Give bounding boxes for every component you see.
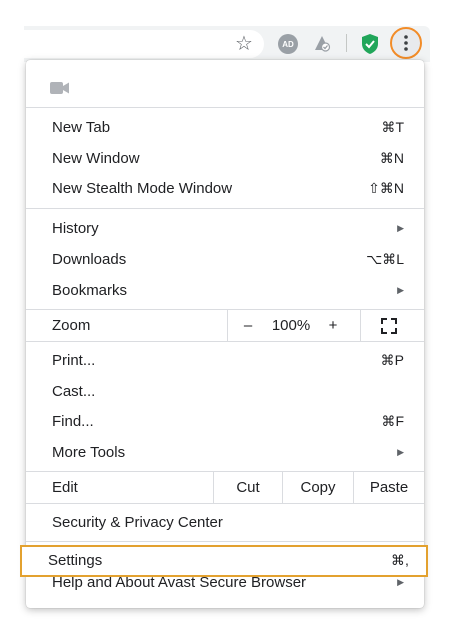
menu-item-label: More Tools [52,444,126,461]
zoom-divider [227,310,228,341]
menu-item-shortcut: ⌘T [381,119,404,135]
zoom-level: 100% [271,317,311,334]
menu-item-bookmarks[interactable]: Bookmarks ▶ [26,275,424,306]
cut-button[interactable]: Cut [214,472,282,503]
menu-divider [26,341,424,342]
menu-item-shortcut: ⌘N [379,150,404,166]
menu-divider [26,503,424,504]
settings-label: Settings [48,552,103,569]
menu-item-new-tab[interactable]: New Tab ⌘T [26,112,424,143]
fullscreen-icon[interactable] [372,310,406,341]
menu-item-more-tools[interactable]: More Tools ▶ [26,437,424,468]
menu-item-label: New Window [52,150,140,167]
copy-button[interactable]: Copy [283,472,353,503]
adblock-icon[interactable]: AD [276,32,300,56]
star-icon[interactable]: ☆ [232,32,256,56]
toolbar-separator [346,34,347,52]
menu-item-label: New Stealth Mode Window [52,180,233,197]
menu-item-label: Downloads [52,251,127,268]
menu-item-history[interactable]: History ▶ [26,213,424,244]
submenu-arrow-icon: ▶ [397,576,404,587]
zoom-in-button[interactable]: + [319,310,347,341]
menu-item-label: Bookmarks [52,282,128,299]
address-bar[interactable] [24,30,264,58]
paste-button[interactable]: Paste [354,472,424,503]
menu-item-label: Find... [52,413,94,430]
settings-shortcut: ⌘, [391,552,409,568]
menu-item-find[interactable]: Find... ⌘F [26,406,424,437]
menu-item-label: Cast... [52,383,96,400]
menu-divider [26,208,424,209]
menu-item-label: Security & Privacy Center [52,514,223,531]
menu-item-security-privacy-center[interactable]: Security & Privacy Center [26,507,424,538]
menu-item-downloads[interactable]: Downloads ⌥⌘L [26,244,424,275]
edit-label: Edit [52,479,78,496]
submenu-arrow-icon: ▶ [397,447,404,457]
menu-item-shortcut: ⌥⌘L [366,251,404,267]
shield-check-icon[interactable] [358,32,382,56]
menu-item-new-window[interactable]: New Window ⌘N [26,143,424,174]
browser-screenshot: ☆ AD New Tab ⌘T New Window ⌘N New Stealt… [0,0,450,637]
more-vertical-icon[interactable] [390,27,422,59]
menu-item-print[interactable]: Print... ⌘P [26,345,424,376]
menu-item-shortcut: ⇧⌘N [368,180,404,196]
menu-item-cast[interactable]: Cast... [26,376,424,407]
zoom-out-button[interactable]: – [234,310,262,341]
zoom-row: Zoom [26,310,424,341]
menu-item-label: History [52,220,99,237]
submenu-arrow-icon: ▶ [397,223,404,233]
menu-item-label: Print... [52,352,96,369]
browser-main-menu: New Tab ⌘T New Window ⌘N New Stealth Mod… [26,60,424,608]
adblock-badge-text: AD [278,34,298,54]
video-camera-icon[interactable] [50,81,70,100]
menu-divider [26,107,424,108]
menu-item-new-stealth-window[interactable]: New Stealth Mode Window ⇧⌘N [26,173,424,204]
menu-divider [26,541,424,542]
zoom-label: Zoom [52,317,91,334]
menu-item-shortcut: ⌘P [380,352,404,368]
submenu-arrow-icon: ▶ [397,285,404,295]
menu-item-label: New Tab [52,119,111,136]
zoom-divider [360,310,361,341]
privacy-extension-icon[interactable] [310,32,334,56]
menu-item-shortcut: ⌘F [381,413,404,429]
